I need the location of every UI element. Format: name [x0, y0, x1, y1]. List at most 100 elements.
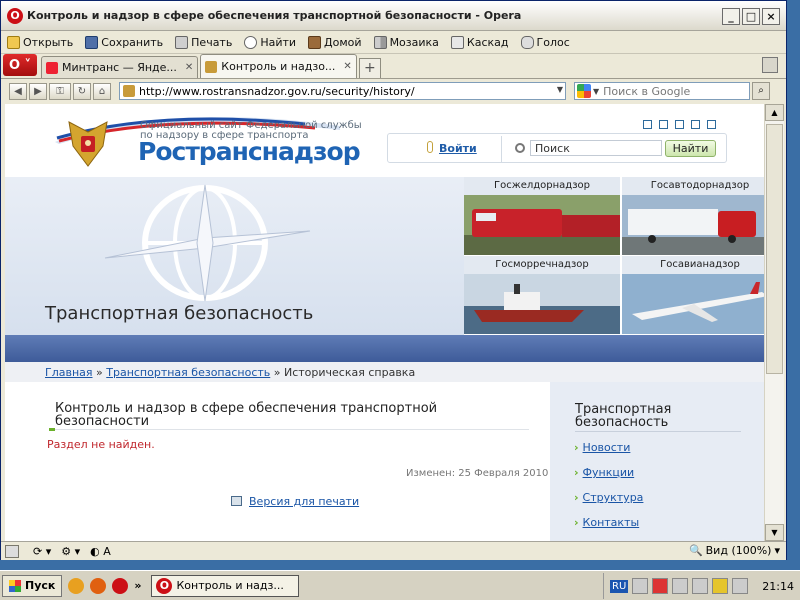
network-icon[interactable]: [632, 578, 649, 594]
site-search-input[interactable]: Поиск: [530, 140, 662, 156]
save-button[interactable]: Сохранить: [79, 32, 169, 53]
login-link[interactable]: Войти: [439, 142, 477, 155]
voice-icon: [520, 35, 534, 49]
panel-toggle-icon[interactable]: [5, 544, 19, 558]
opera-menu-button[interactable]: O ˅: [3, 54, 37, 76]
home-button[interactable]: Домой: [302, 32, 368, 53]
taskbar-window-item[interactable]: O Контроль и надз...: [151, 574, 300, 597]
new-tab-button[interactable]: +: [358, 58, 381, 78]
voice-button[interactable]: Голос: [515, 32, 576, 53]
close-button[interactable]: ×: [762, 8, 780, 25]
sitemap-icon[interactable]: [659, 120, 668, 129]
search-placeholder: Поиск в Google: [603, 84, 691, 98]
sidebar-title: Транспортная безопасность: [575, 402, 672, 430]
agency-sea[interactable]: Госморречнадзор: [464, 256, 620, 334]
print-version-link[interactable]: Версия для печати: [249, 495, 359, 508]
minimize-button[interactable]: _: [722, 8, 740, 25]
globe-compass-icon: [104, 184, 311, 302]
close-tab-icon[interactable]: ✕: [343, 61, 351, 72]
quicklaunch-icon[interactable]: [68, 577, 85, 594]
zoom-control[interactable]: 🔍 Вид (100%) ▾: [689, 544, 780, 557]
url-field[interactable]: http://www.rostransnadzor.gov.ru/securit…: [119, 82, 566, 100]
tools-icon[interactable]: ⚙ ▾: [61, 545, 80, 558]
safely-remove-icon[interactable]: [672, 578, 689, 594]
taskbar: Пуск » O Контроль и надз... RU 21:14: [0, 570, 800, 600]
title-bar: O Контроль и надзор в сфере обеспечения …: [1, 1, 786, 31]
find-button[interactable]: Найти: [238, 32, 302, 53]
windows-logo-icon: [9, 579, 21, 592]
start-label: Пуск: [25, 579, 56, 592]
agency-label: Госжелдорнадзор: [464, 177, 620, 195]
home-nav-button[interactable]: ⌂: [93, 82, 111, 100]
tab-bar: O ˅ Минтранс — Янде... ✕ Контроль и надз…: [1, 54, 786, 79]
camera-icon[interactable]: [675, 120, 684, 129]
view-options-icon[interactable]: ⟳ ▾: [33, 545, 51, 558]
agency-road[interactable]: Госавтодорнадзор: [622, 177, 764, 255]
search-icon: [515, 143, 525, 153]
scroll-down-button[interactable]: ▼: [765, 524, 784, 541]
reload-button[interactable]: ↻: [73, 82, 91, 100]
zoom-label: Вид (100%): [705, 544, 772, 557]
back-button[interactable]: ◀: [9, 82, 27, 100]
tab-mintrans[interactable]: Минтранс — Янде... ✕: [41, 56, 199, 78]
start-button[interactable]: Пуск: [2, 574, 63, 597]
ship-icon: [464, 274, 620, 334]
agency-rail[interactable]: Госжелдорнадзор: [464, 177, 620, 255]
volume-icon[interactable]: [692, 578, 709, 594]
content-filter-icon[interactable]: ◐ A: [90, 545, 111, 558]
tile-button[interactable]: Мозаика: [368, 32, 445, 53]
forward-button[interactable]: ▶: [29, 82, 47, 100]
print-button[interactable]: Печать: [169, 32, 238, 53]
modified-date: Изменен: 25 Февраля 2010: [406, 468, 549, 479]
agency-air[interactable]: Госавианадзор: [622, 256, 764, 334]
mail-icon[interactable]: [691, 120, 700, 129]
sidebar-item-contacts[interactable]: Контакты: [574, 516, 640, 529]
close-tab-icon[interactable]: ✕: [185, 62, 193, 73]
google-icon: [577, 84, 591, 98]
wand-button[interactable]: ⚿: [49, 82, 71, 100]
url-text: http://www.rostransnadzor.gov.ru/securit…: [139, 84, 415, 98]
sidebar-item-news[interactable]: Новости: [574, 441, 631, 454]
site-search-button[interactable]: Найти: [665, 140, 716, 157]
search-go-button[interactable]: ⌕: [752, 82, 770, 100]
update-icon[interactable]: [732, 578, 749, 594]
emblem-favicon-icon: [205, 60, 218, 73]
address-bar: ◀ ▶ ⚿ ↻ ⌂ http://www.rostransnadzor.gov.…: [1, 80, 786, 102]
sidebar-item-functions[interactable]: Функции: [574, 466, 635, 479]
cascade-label: Каскад: [466, 35, 509, 49]
sidebar-item-structure[interactable]: Структура: [574, 491, 644, 504]
browser-window: O Контроль и надзор в сфере обеспечения …: [0, 0, 787, 560]
chevron-right-icon[interactable]: »: [134, 579, 141, 592]
breadcrumb-home[interactable]: Главная: [45, 366, 93, 379]
s3-icon[interactable]: [712, 578, 729, 594]
service-icons: [643, 120, 716, 129]
cascade-icon: [450, 35, 464, 49]
trash-icon[interactable]: [762, 57, 778, 73]
tab-label: Контроль и надзо...: [221, 60, 336, 73]
key-icon: [427, 141, 433, 153]
language-indicator[interactable]: RU: [610, 579, 629, 593]
save-label: Сохранить: [101, 35, 164, 49]
home-icon[interactable]: [643, 120, 652, 129]
chevron-down-icon[interactable]: ▼: [593, 87, 599, 96]
vertical-scrollbar[interactable]: ▲ ▼: [764, 104, 784, 541]
google-search-field[interactable]: ▼ Поиск в Google: [574, 82, 750, 100]
antivirus-icon[interactable]: [652, 578, 669, 594]
site-name[interactable]: Ространснадзор: [138, 137, 361, 166]
printer-icon: [175, 35, 189, 49]
scroll-thumb[interactable]: [766, 124, 783, 374]
structure-icon[interactable]: [707, 120, 716, 129]
breadcrumb-section[interactable]: Транспортная безопасность: [106, 366, 270, 379]
sidebar: Транспортная безопасность Новости Функци…: [550, 382, 764, 541]
open-button[interactable]: Открыть: [1, 32, 79, 53]
cascade-button[interactable]: Каскад: [445, 32, 515, 53]
firefox-icon[interactable]: [90, 577, 107, 594]
opera-icon[interactable]: [112, 577, 129, 594]
tab-rostransnadzor[interactable]: Контроль и надзо... ✕: [200, 54, 357, 78]
chevron-down-icon[interactable]: ▼: [557, 85, 563, 94]
divider: [575, 431, 741, 432]
maximize-button[interactable]: □: [742, 8, 760, 25]
site-header: Официальный сайт Федеральной службы по н…: [5, 104, 764, 177]
decorative-band: [5, 335, 764, 362]
scroll-up-button[interactable]: ▲: [765, 104, 784, 121]
